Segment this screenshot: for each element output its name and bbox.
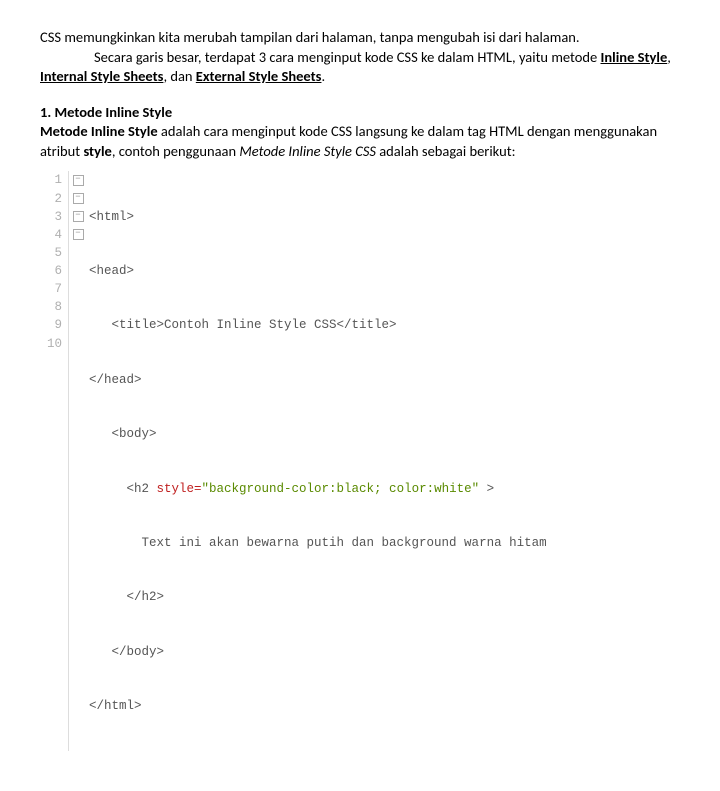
code-line: </head> [89,371,547,389]
line-number: 7 [40,280,62,298]
line-number: 5 [40,244,62,262]
line-number-gutter: 1 2 3 4 5 6 7 8 9 10 [40,171,69,751]
fold-toggle-icon[interactable]: − [73,193,84,204]
line-number: 2 [40,190,62,208]
line-number: 9 [40,316,62,334]
line-number: 10 [40,335,62,353]
fold-toggle-icon[interactable]: − [73,175,84,186]
intro-p2a: Secara garis besar, terdapat 3 cara meng… [94,48,601,66]
line-number: 4 [40,226,62,244]
code-line: </body> [89,643,547,661]
code-line: <html> [89,208,547,226]
section1-lead-b2: style [83,142,111,160]
section1-body: Metode Inline Style adalah cara menginpu… [40,122,680,161]
line-number: 3 [40,208,62,226]
line-number: 6 [40,262,62,280]
code-line: <head> [89,262,547,280]
intro-p2: Secara garis besar, terdapat 3 cara meng… [40,48,680,87]
intro-end: . [321,67,325,85]
section1-lead-rest2: , contoh penggunaan [112,142,240,160]
code-line: </html> [89,697,547,715]
fold-toggle-icon[interactable]: − [73,229,84,240]
code-line: <title>Contoh Inline Style CSS</title> [89,316,547,334]
code-line: Text ini akan bewarna putih dan backgrou… [89,534,547,552]
intro-b3: External Style Sheets [196,67,322,85]
section1-lead-b: Metode Inline Style [40,122,158,140]
code-attr: style= [157,482,202,496]
intro-sep1: , [667,48,671,66]
code-column: <html> <head> <title>Contoh Inline Style… [87,171,547,751]
fold-gutter: − − − − [69,171,87,751]
section1-lead-em: Metode Inline Style CSS [239,142,376,160]
code-block: 1 2 3 4 5 6 7 8 9 10 − − − − <html> <hea… [40,171,680,751]
line-number: 8 [40,298,62,316]
intro-p1: CSS memungkinkan kita merubah tampilan d… [40,28,680,48]
section1-heading: 1. Metode Inline Style [40,103,680,123]
code-line: <body> [89,425,547,443]
code-line: <h2 style="background-color:black; color… [89,480,547,498]
intro-b1: Inline Style [601,48,668,66]
fold-toggle-icon[interactable]: − [73,211,84,222]
section1-lead-rest3: adalah sebagai berikut: [376,142,516,160]
code-string: "background-color:black; color:white" [202,482,480,496]
line-number: 1 [40,171,62,189]
intro-sep2: , dan [163,67,195,85]
intro-b2: Internal Style Sheets [40,67,163,85]
code-line: </h2> [89,588,547,606]
